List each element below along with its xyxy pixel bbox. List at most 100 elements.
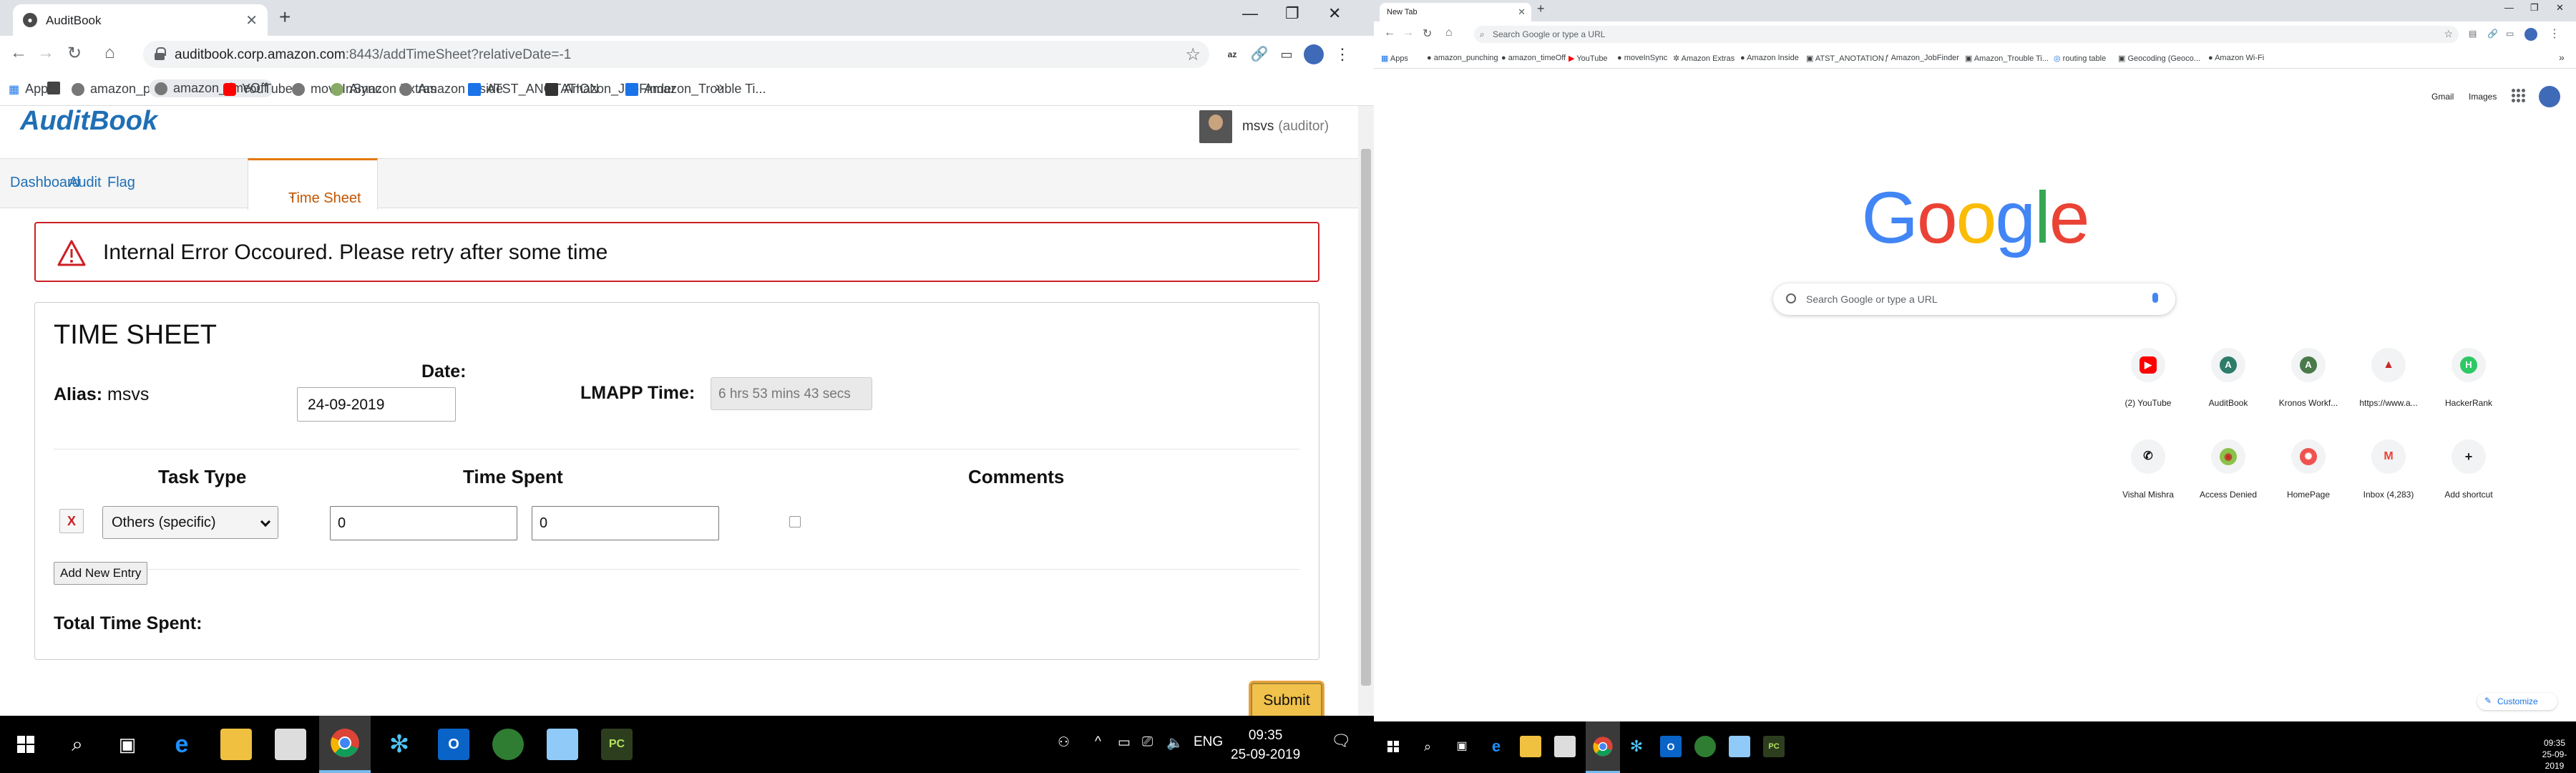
bookmark-amazon-timeoff[interactable]: ● amazon_timeOff bbox=[1501, 54, 1566, 62]
link-extension-icon[interactable]: 🔗 bbox=[2487, 29, 2498, 39]
forward-button[interactable]: → bbox=[1402, 26, 1414, 39]
close-window-button[interactable]: ✕ bbox=[1328, 4, 1341, 23]
android-app-icon[interactable] bbox=[492, 729, 524, 760]
pycharm-icon[interactable]: PC bbox=[1763, 736, 1785, 757]
restore-button[interactable]: ❐ bbox=[1285, 4, 1299, 23]
snowflake-app-icon[interactable]: ✻ bbox=[384, 729, 415, 760]
search-icon[interactable]: ⌕ bbox=[62, 729, 93, 760]
submit-button[interactable]: Submit bbox=[1251, 683, 1322, 716]
bookmark-routing-table[interactable]: ◎ routing table bbox=[2054, 54, 2106, 63]
outlook-icon[interactable]: O bbox=[1660, 736, 1682, 757]
volume-icon[interactable]: 🔈 bbox=[1166, 734, 1184, 752]
notifications-icon[interactable]: 🗨 bbox=[1331, 731, 1351, 750]
bookmark-amazon-trouble[interactable]: Amazon_Trouble Ti... bbox=[625, 82, 766, 97]
task-view-icon[interactable]: ▣ bbox=[1451, 736, 1473, 757]
tab-auditbook[interactable]: ● AuditBook ✕ bbox=[13, 4, 268, 36]
windows-start-icon[interactable] bbox=[1382, 736, 1404, 757]
time-spent-hours-input[interactable]: 0 bbox=[330, 506, 517, 540]
store-icon[interactable] bbox=[1554, 736, 1576, 757]
images-link[interactable]: Images bbox=[2469, 92, 2497, 102]
shortcut-access-denied[interactable]: ◉ Access Denied bbox=[2188, 439, 2268, 500]
tab-time-sheet[interactable]: Time Sheet ⌄ bbox=[248, 158, 378, 210]
profile-avatar[interactable] bbox=[1304, 44, 1324, 64]
close-window-button[interactable]: ✕ bbox=[2556, 2, 2564, 14]
people-icon[interactable]: ⚇ bbox=[1058, 734, 1070, 751]
gmail-link[interactable]: Gmail bbox=[2431, 92, 2454, 102]
search-icon[interactable]: ⌕ bbox=[1417, 736, 1438, 757]
delete-row-button[interactable]: X bbox=[59, 509, 84, 533]
network-icon[interactable]: ⎚ bbox=[1142, 734, 1153, 750]
shortcut-hackerrank[interactable]: H HackerRank bbox=[2429, 348, 2509, 408]
date-input[interactable]: 24-09-2019 bbox=[297, 387, 456, 422]
app-logo[interactable]: AuditBook bbox=[20, 106, 157, 137]
bookmark-amazon-wifi[interactable]: ● Amazon Wi-Fi bbox=[2208, 54, 2264, 62]
reload-button[interactable]: ↻ bbox=[1423, 26, 1432, 41]
bookmark-atst-anotation[interactable]: ▣ ATST_ANOTATION bbox=[1806, 54, 1884, 63]
new-tab-button[interactable]: + bbox=[1537, 1, 1545, 16]
bookmark-star-icon[interactable]: ☆ bbox=[1185, 44, 1201, 65]
tray-chevron-icon[interactable]: ^ bbox=[1095, 734, 1101, 750]
store-icon[interactable] bbox=[275, 729, 306, 760]
google-apps-icon[interactable] bbox=[2512, 89, 2526, 103]
minimize-button[interactable]: — bbox=[1242, 4, 1258, 23]
menu-icon[interactable]: ⋮ bbox=[1332, 44, 1352, 64]
close-tab-icon[interactable]: ✕ bbox=[245, 11, 258, 29]
minimize-button[interactable]: — bbox=[2504, 2, 2514, 13]
task-view-icon[interactable]: ▣ bbox=[112, 729, 143, 760]
back-button[interactable]: ← bbox=[10, 43, 27, 63]
shortcut-youtube[interactable]: ▶ (2) YouTube bbox=[2108, 348, 2188, 408]
windows-start-icon[interactable] bbox=[10, 729, 42, 760]
shortcut-auditbook[interactable]: A AuditBook bbox=[2188, 348, 2268, 408]
snowflake-app-icon[interactable]: ✻ bbox=[1626, 736, 1647, 757]
shortcut-homepage[interactable]: ✺ HomePage bbox=[2268, 439, 2348, 500]
amazon-extension-icon[interactable]: aᴢ bbox=[1222, 44, 1242, 64]
google-search-box[interactable]: Search Google or type a URL bbox=[1773, 283, 2175, 315]
reload-button[interactable]: ↻ bbox=[67, 43, 82, 64]
shortcut-kronos[interactable]: A Kronos Workf... bbox=[2268, 348, 2348, 408]
link-extension-icon[interactable]: 🔗 bbox=[1249, 44, 1269, 64]
new-tab-button[interactable]: + bbox=[279, 6, 291, 29]
profile-avatar[interactable] bbox=[2524, 28, 2537, 41]
bookmark-amazon-extras[interactable]: ✲ Amazon Extras bbox=[1673, 54, 1735, 63]
tab-audit[interactable]: Audit bbox=[69, 175, 102, 191]
customize-button[interactable]: ✎ Customize bbox=[2477, 693, 2557, 710]
outlook-icon[interactable]: O bbox=[438, 729, 469, 760]
menu-icon[interactable]: ⋮ bbox=[2549, 26, 2560, 41]
tab-new-tab[interactable]: New Tab ✕ bbox=[1380, 3, 1531, 21]
time-spent-minutes-input[interactable]: 0 bbox=[532, 506, 719, 540]
address-bar[interactable]: ⌕ Search Google or type a URL ☆ bbox=[1474, 26, 2459, 43]
user-info[interactable]: msvs (auditor) bbox=[1199, 110, 1329, 143]
bookmark-youtube[interactable]: ▶ YouTube bbox=[1568, 54, 1608, 63]
taskbar-chrome-active[interactable] bbox=[1586, 721, 1620, 773]
close-tab-icon[interactable]: ✕ bbox=[1518, 6, 1526, 18]
home-button[interactable]: ⌂ bbox=[1445, 26, 1453, 39]
amazon-extension-icon[interactable]: ▤ bbox=[2469, 29, 2477, 39]
pycharm-icon[interactable]: PC bbox=[601, 729, 633, 760]
edge-icon[interactable]: e bbox=[1485, 736, 1507, 757]
bookmark-amazon-trouble[interactable]: ▣ Amazon_Trouble Ti... bbox=[1965, 54, 2049, 63]
bookmark-geocoding[interactable]: ▣ Geocoding (Geoco... bbox=[2118, 54, 2200, 63]
shortcut-https[interactable]: ▲ https://www.a... bbox=[2348, 348, 2429, 408]
more-bookmarks-icon[interactable]: » bbox=[716, 79, 723, 96]
cast-icon[interactable]: ▭ bbox=[2506, 29, 2514, 39]
cube-app-icon[interactable] bbox=[547, 729, 578, 760]
bookmark-amazon-punching[interactable]: ● amazon_punching bbox=[1427, 54, 1498, 62]
account-avatar[interactable] bbox=[2539, 86, 2560, 107]
bookmark-moveinsync[interactable]: ● moveInSync bbox=[1617, 54, 1667, 62]
clock[interactable]: 09:35 25-09-2019 bbox=[1231, 726, 1300, 764]
clock[interactable]: 09:35 25-09-2019 bbox=[2533, 737, 2576, 772]
cast-icon[interactable]: ▭ bbox=[1277, 44, 1297, 64]
task-type-select[interactable]: Others (specific) bbox=[102, 506, 278, 539]
add-shortcut[interactable]: + Add shortcut bbox=[2429, 439, 2509, 500]
bookmark-apps[interactable]: ▦ Apps bbox=[1381, 54, 1408, 63]
comments-checkbox[interactable] bbox=[789, 516, 801, 528]
edge-icon[interactable]: e bbox=[166, 729, 197, 760]
bookmark-cc[interactable] bbox=[47, 82, 60, 94]
scrollbar-thumb[interactable] bbox=[1361, 149, 1371, 686]
address-bar[interactable]: auditbook.corp.amazon.com:8443/addTimeSh… bbox=[143, 41, 1209, 68]
forward-button[interactable]: → bbox=[37, 43, 54, 63]
bookmark-star-icon[interactable]: ☆ bbox=[2444, 28, 2453, 40]
add-new-entry-button[interactable]: Add New Entry bbox=[54, 562, 148, 585]
language-indicator[interactable]: ENG bbox=[1194, 734, 1223, 750]
file-explorer-icon[interactable] bbox=[1520, 736, 1541, 757]
